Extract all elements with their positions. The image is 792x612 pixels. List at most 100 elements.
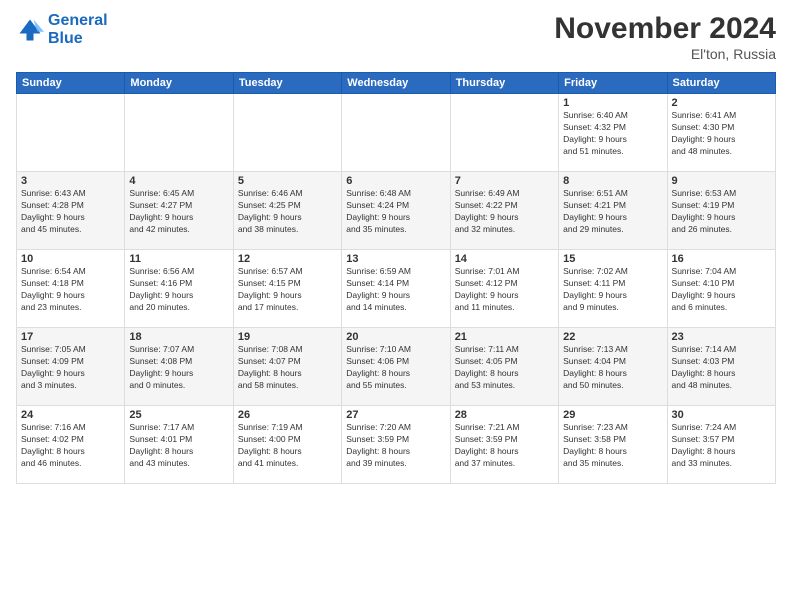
calendar-cell: 22Sunrise: 7:13 AM Sunset: 4:04 PM Dayli… <box>559 328 667 406</box>
calendar-cell: 4Sunrise: 6:45 AM Sunset: 4:27 PM Daylig… <box>125 172 233 250</box>
calendar-cell: 18Sunrise: 7:07 AM Sunset: 4:08 PM Dayli… <box>125 328 233 406</box>
weekday-header: Friday <box>559 73 667 94</box>
calendar-cell <box>342 94 450 172</box>
calendar-week-row: 1Sunrise: 6:40 AM Sunset: 4:32 PM Daylig… <box>17 94 776 172</box>
weekday-header: Monday <box>125 73 233 94</box>
calendar-cell <box>233 94 341 172</box>
day-info: Sunrise: 7:13 AM Sunset: 4:04 PM Dayligh… <box>563 344 662 392</box>
day-number: 15 <box>563 253 662 265</box>
day-info: Sunrise: 7:14 AM Sunset: 4:03 PM Dayligh… <box>672 344 771 392</box>
day-info: Sunrise: 6:59 AM Sunset: 4:14 PM Dayligh… <box>346 266 445 314</box>
day-number: 26 <box>238 409 337 421</box>
calendar-week-row: 17Sunrise: 7:05 AM Sunset: 4:09 PM Dayli… <box>17 328 776 406</box>
header: General Blue November 2024 El'ton, Russi… <box>16 12 776 62</box>
calendar-cell: 29Sunrise: 7:23 AM Sunset: 3:58 PM Dayli… <box>559 406 667 484</box>
calendar-cell: 8Sunrise: 6:51 AM Sunset: 4:21 PM Daylig… <box>559 172 667 250</box>
day-info: Sunrise: 6:41 AM Sunset: 4:30 PM Dayligh… <box>672 110 771 158</box>
day-info: Sunrise: 6:43 AM Sunset: 4:28 PM Dayligh… <box>21 188 120 236</box>
calendar-cell <box>125 94 233 172</box>
day-number: 16 <box>672 253 771 265</box>
day-info: Sunrise: 7:21 AM Sunset: 3:59 PM Dayligh… <box>455 422 554 470</box>
day-info: Sunrise: 6:46 AM Sunset: 4:25 PM Dayligh… <box>238 188 337 236</box>
day-info: Sunrise: 7:19 AM Sunset: 4:00 PM Dayligh… <box>238 422 337 470</box>
logo-icon <box>16 16 44 44</box>
day-number: 18 <box>129 331 228 343</box>
calendar-cell: 2Sunrise: 6:41 AM Sunset: 4:30 PM Daylig… <box>667 94 775 172</box>
day-info: Sunrise: 6:56 AM Sunset: 4:16 PM Dayligh… <box>129 266 228 314</box>
day-number: 30 <box>672 409 771 421</box>
day-number: 20 <box>346 331 445 343</box>
day-number: 4 <box>129 175 228 187</box>
day-number: 13 <box>346 253 445 265</box>
weekday-header: Thursday <box>450 73 558 94</box>
day-info: Sunrise: 7:24 AM Sunset: 3:57 PM Dayligh… <box>672 422 771 470</box>
day-number: 3 <box>21 175 120 187</box>
day-number: 1 <box>563 97 662 109</box>
day-number: 19 <box>238 331 337 343</box>
calendar-cell: 24Sunrise: 7:16 AM Sunset: 4:02 PM Dayli… <box>17 406 125 484</box>
day-number: 25 <box>129 409 228 421</box>
calendar-cell: 15Sunrise: 7:02 AM Sunset: 4:11 PM Dayli… <box>559 250 667 328</box>
weekday-header: Wednesday <box>342 73 450 94</box>
calendar-cell: 11Sunrise: 6:56 AM Sunset: 4:16 PM Dayli… <box>125 250 233 328</box>
day-number: 17 <box>21 331 120 343</box>
calendar-cell: 30Sunrise: 7:24 AM Sunset: 3:57 PM Dayli… <box>667 406 775 484</box>
day-info: Sunrise: 7:10 AM Sunset: 4:06 PM Dayligh… <box>346 344 445 392</box>
calendar-cell: 28Sunrise: 7:21 AM Sunset: 3:59 PM Dayli… <box>450 406 558 484</box>
day-number: 6 <box>346 175 445 187</box>
day-info: Sunrise: 7:16 AM Sunset: 4:02 PM Dayligh… <box>21 422 120 470</box>
calendar-cell <box>450 94 558 172</box>
weekday-header: Tuesday <box>233 73 341 94</box>
day-number: 5 <box>238 175 337 187</box>
logo-line2: Blue <box>48 30 83 47</box>
day-number: 28 <box>455 409 554 421</box>
day-number: 29 <box>563 409 662 421</box>
calendar-cell: 5Sunrise: 6:46 AM Sunset: 4:25 PM Daylig… <box>233 172 341 250</box>
day-number: 22 <box>563 331 662 343</box>
day-number: 21 <box>455 331 554 343</box>
calendar-cell: 7Sunrise: 6:49 AM Sunset: 4:22 PM Daylig… <box>450 172 558 250</box>
logo: General Blue <box>16 12 108 47</box>
calendar-cell: 3Sunrise: 6:43 AM Sunset: 4:28 PM Daylig… <box>17 172 125 250</box>
day-number: 14 <box>455 253 554 265</box>
day-info: Sunrise: 7:17 AM Sunset: 4:01 PM Dayligh… <box>129 422 228 470</box>
day-number: 9 <box>672 175 771 187</box>
calendar-cell: 16Sunrise: 7:04 AM Sunset: 4:10 PM Dayli… <box>667 250 775 328</box>
day-info: Sunrise: 6:49 AM Sunset: 4:22 PM Dayligh… <box>455 188 554 236</box>
day-info: Sunrise: 7:01 AM Sunset: 4:12 PM Dayligh… <box>455 266 554 314</box>
calendar-header-row: SundayMondayTuesdayWednesdayThursdayFrid… <box>17 73 776 94</box>
day-info: Sunrise: 6:54 AM Sunset: 4:18 PM Dayligh… <box>21 266 120 314</box>
title-block: November 2024 El'ton, Russia <box>554 12 776 62</box>
day-number: 23 <box>672 331 771 343</box>
calendar-cell: 23Sunrise: 7:14 AM Sunset: 4:03 PM Dayli… <box>667 328 775 406</box>
calendar-cell: 27Sunrise: 7:20 AM Sunset: 3:59 PM Dayli… <box>342 406 450 484</box>
calendar-cell: 20Sunrise: 7:10 AM Sunset: 4:06 PM Dayli… <box>342 328 450 406</box>
day-info: Sunrise: 6:45 AM Sunset: 4:27 PM Dayligh… <box>129 188 228 236</box>
calendar-cell: 6Sunrise: 6:48 AM Sunset: 4:24 PM Daylig… <box>342 172 450 250</box>
calendar-week-row: 10Sunrise: 6:54 AM Sunset: 4:18 PM Dayli… <box>17 250 776 328</box>
calendar-cell: 25Sunrise: 7:17 AM Sunset: 4:01 PM Dayli… <box>125 406 233 484</box>
day-info: Sunrise: 7:11 AM Sunset: 4:05 PM Dayligh… <box>455 344 554 392</box>
calendar-cell: 12Sunrise: 6:57 AM Sunset: 4:15 PM Dayli… <box>233 250 341 328</box>
day-info: Sunrise: 7:05 AM Sunset: 4:09 PM Dayligh… <box>21 344 120 392</box>
calendar-cell: 10Sunrise: 6:54 AM Sunset: 4:18 PM Dayli… <box>17 250 125 328</box>
day-info: Sunrise: 6:51 AM Sunset: 4:21 PM Dayligh… <box>563 188 662 236</box>
calendar-cell: 13Sunrise: 6:59 AM Sunset: 4:14 PM Dayli… <box>342 250 450 328</box>
calendar-cell: 14Sunrise: 7:01 AM Sunset: 4:12 PM Dayli… <box>450 250 558 328</box>
day-info: Sunrise: 7:23 AM Sunset: 3:58 PM Dayligh… <box>563 422 662 470</box>
day-info: Sunrise: 6:57 AM Sunset: 4:15 PM Dayligh… <box>238 266 337 314</box>
page: General Blue November 2024 El'ton, Russi… <box>0 0 792 612</box>
calendar-cell: 1Sunrise: 6:40 AM Sunset: 4:32 PM Daylig… <box>559 94 667 172</box>
calendar-week-row: 24Sunrise: 7:16 AM Sunset: 4:02 PM Dayli… <box>17 406 776 484</box>
calendar-cell: 9Sunrise: 6:53 AM Sunset: 4:19 PM Daylig… <box>667 172 775 250</box>
day-number: 12 <box>238 253 337 265</box>
day-number: 24 <box>21 409 120 421</box>
day-info: Sunrise: 7:08 AM Sunset: 4:07 PM Dayligh… <box>238 344 337 392</box>
day-info: Sunrise: 7:07 AM Sunset: 4:08 PM Dayligh… <box>129 344 228 392</box>
day-info: Sunrise: 7:20 AM Sunset: 3:59 PM Dayligh… <box>346 422 445 470</box>
day-info: Sunrise: 6:40 AM Sunset: 4:32 PM Dayligh… <box>563 110 662 158</box>
day-info: Sunrise: 7:02 AM Sunset: 4:11 PM Dayligh… <box>563 266 662 314</box>
day-number: 27 <box>346 409 445 421</box>
logo-line1: General <box>48 12 108 29</box>
day-info: Sunrise: 6:53 AM Sunset: 4:19 PM Dayligh… <box>672 188 771 236</box>
